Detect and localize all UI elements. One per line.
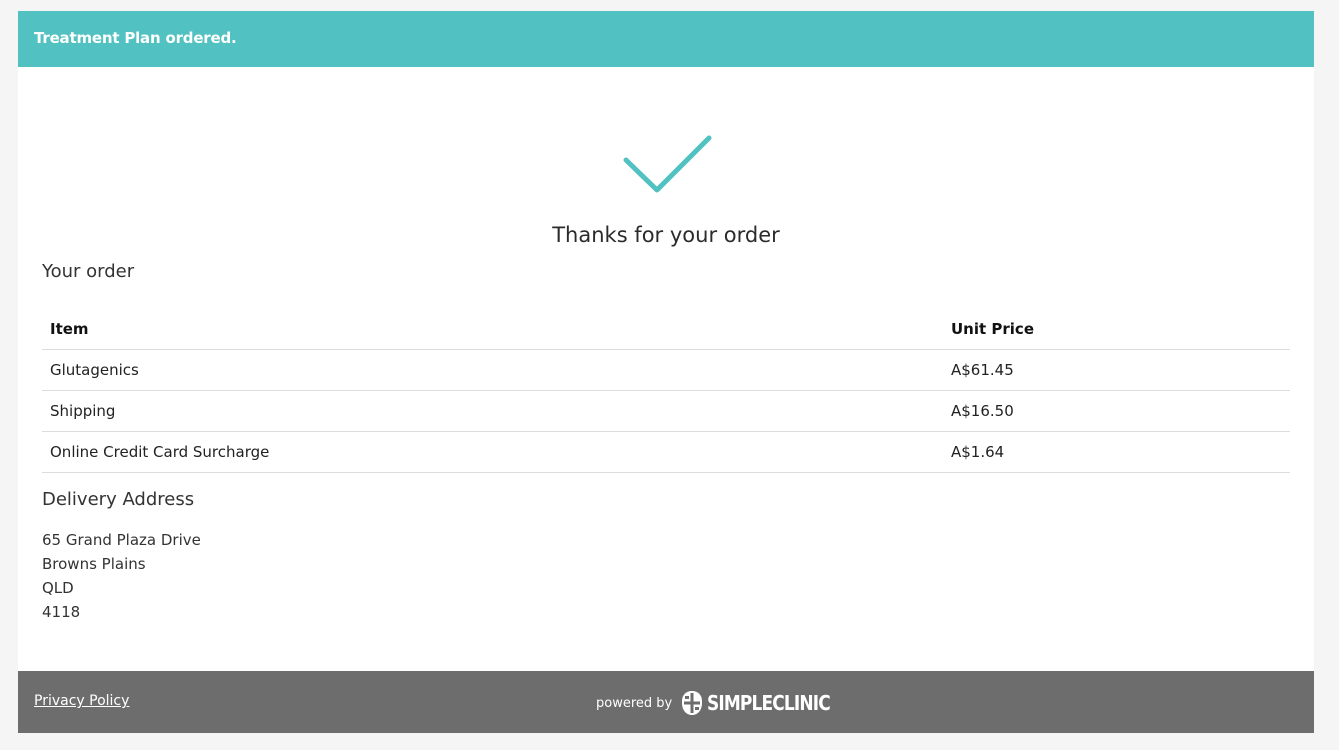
check-icon bbox=[623, 135, 712, 193]
column-header-item: Item bbox=[50, 319, 89, 338]
item-price: A$61.45 bbox=[943, 349, 1290, 391]
address-postcode: 4118 bbox=[42, 603, 81, 621]
simpleclinic-logo-icon bbox=[682, 691, 703, 715]
thanks-heading: Thanks for your order bbox=[552, 223, 780, 247]
order-table: Item Unit Price Glutagenics A$61.45 Ship… bbox=[42, 308, 1290, 473]
address-suburb: Browns Plains bbox=[42, 555, 146, 573]
banner-message: Treatment Plan ordered. bbox=[34, 29, 237, 47]
address-state: QLD bbox=[42, 579, 74, 597]
table-row: Glutagenics A$61.45 bbox=[42, 349, 1290, 391]
item-name: Glutagenics bbox=[42, 349, 943, 391]
page-container: Treatment Plan ordered. Thanks for your … bbox=[18, 11, 1314, 733]
powered-by-badge: powered by SIMPLECLINIC bbox=[596, 687, 852, 719]
success-banner: Treatment Plan ordered. bbox=[18, 11, 1314, 67]
privacy-policy-link[interactable]: Privacy Policy bbox=[34, 693, 129, 709]
item-name: Online Credit Card Surcharge bbox=[42, 431, 943, 473]
address-street: 65 Grand Plaza Drive bbox=[42, 531, 201, 549]
item-price: A$1.64 bbox=[943, 431, 1290, 473]
brand-name: SIMPLECLINIC bbox=[707, 691, 831, 715]
table-row: Shipping A$16.50 bbox=[42, 390, 1290, 432]
order-section-title: Your order bbox=[42, 261, 135, 282]
powered-by-label: powered by bbox=[596, 695, 673, 711]
delivery-address: 65 Grand Plaza Drive Browns Plains QLD 4… bbox=[42, 528, 201, 624]
footer: Privacy Policy powered by SIMPLECLINIC bbox=[18, 671, 1314, 733]
item-price: A$16.50 bbox=[943, 390, 1290, 432]
item-name: Shipping bbox=[42, 390, 943, 432]
table-row: Online Credit Card Surcharge A$1.64 bbox=[42, 431, 1290, 473]
table-header-row: Item Unit Price bbox=[42, 308, 1290, 350]
column-header-unit-price: Unit Price bbox=[951, 319, 1034, 338]
delivery-section-title: Delivery Address bbox=[42, 489, 195, 510]
